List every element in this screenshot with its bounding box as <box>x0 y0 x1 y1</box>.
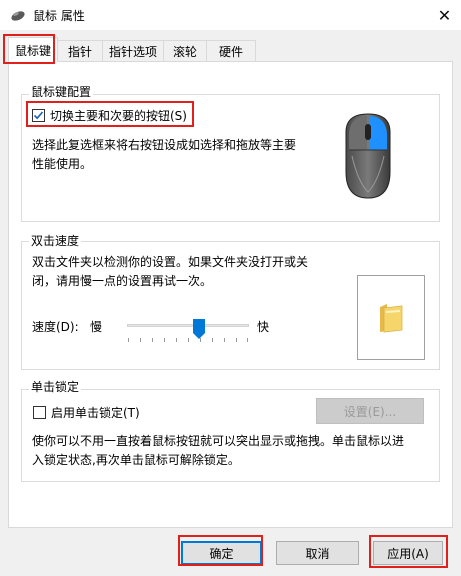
double-click-description: 双击文件夹以检测你的设置。如果文件夹没打开或关 闭，请用慢一点的设置再试一次。 <box>32 253 308 291</box>
button-config-description: 选择此复选框来将右按钮设成如选择和拖放等主要 性能使用。 <box>32 136 296 174</box>
close-icon: ✕ <box>437 5 452 25</box>
fast-label: 快 <box>257 320 270 334</box>
title-bar: 鼠标 属性 ✕ <box>0 0 461 30</box>
test-folder-area[interactable] <box>357 275 425 360</box>
tab-label: 硬件 <box>218 44 243 59</box>
highlight-tab <box>3 34 55 64</box>
mouse-image <box>345 113 391 199</box>
tab-pointers[interactable]: 指针 <box>57 40 103 61</box>
description-line: 闭，请用慢一点的设置再试一次。 <box>32 274 213 288</box>
description-line: 双击文件夹以检测你的设置。如果文件夹没打开或关 <box>32 255 309 269</box>
group-label-click-lock: 单击锁定 <box>29 378 82 395</box>
cancel-button-label: 取消 <box>305 546 330 561</box>
folder-icon[interactable] <box>378 303 404 333</box>
description-line: 选择此复选框来将右按钮设成如选择和拖放等主要 <box>32 138 297 152</box>
description-line: 使你可以不用一直按着鼠标按钮就可以突出显示或拖拽。单击鼠标以进 <box>32 434 405 448</box>
highlight-apply <box>369 535 448 568</box>
checkbox-box[interactable] <box>33 406 46 419</box>
close-button[interactable]: ✕ <box>428 0 461 30</box>
slider-thumb[interactable] <box>193 319 205 339</box>
settings-button-label: 设置(E)... <box>343 404 397 419</box>
mouse-icon <box>11 11 25 21</box>
slider-ticks <box>128 338 248 342</box>
settings-button[interactable]: 设置(E)... <box>316 398 424 424</box>
cancel-button[interactable]: 取消 <box>276 541 359 565</box>
slow-label: 慢 <box>90 320 103 334</box>
description-line: 性能使用。 <box>32 157 93 171</box>
tab-label: 滚轮 <box>172 44 197 59</box>
group-label-button-config: 鼠标键配置 <box>29 83 94 100</box>
highlight-ok <box>178 535 263 566</box>
tab-label: 指针选项 <box>108 44 157 59</box>
tab-label: 指针 <box>67 44 92 59</box>
speed-label: 速度(D): <box>32 320 79 334</box>
tab-hardware[interactable]: 硬件 <box>206 40 256 61</box>
tab-pointer-options[interactable]: 指针选项 <box>102 40 164 61</box>
highlight-checkbox <box>26 101 194 127</box>
tab-wheel[interactable]: 滚轮 <box>163 40 207 61</box>
speed-slider[interactable] <box>127 316 249 346</box>
description-line: 入锁定状态,再次单击鼠标可解除锁定。 <box>32 453 240 467</box>
click-lock-checkbox[interactable]: 启用单击锁定(T) <box>33 404 140 421</box>
slider-track <box>127 324 249 327</box>
group-label-double-click: 双击速度 <box>29 232 82 249</box>
click-lock-label: 启用单击锁定(T) <box>51 406 140 420</box>
window-title: 鼠标 属性 <box>33 9 85 23</box>
click-lock-description: 使你可以不用一直按着鼠标按钮就可以突出显示或拖拽。单击鼠标以进 入锁定状态,再次… <box>32 432 404 470</box>
